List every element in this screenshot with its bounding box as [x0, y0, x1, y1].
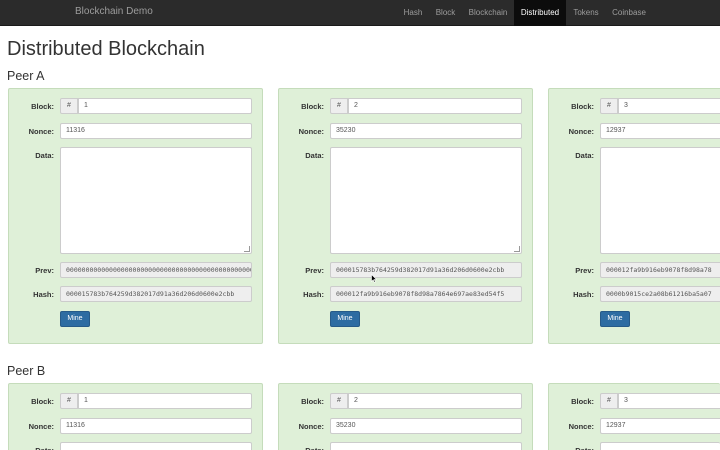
nonce-input[interactable]: 12937 — [600, 418, 720, 434]
hash-prefix: # — [60, 393, 78, 409]
nonce-label: Nonce: — [28, 422, 54, 431]
block-number-input[interactable]: 3 — [618, 98, 720, 114]
prev-label: Prev: — [575, 266, 594, 275]
data-label: Data: — [575, 151, 594, 160]
hash-field: 0000b9015ce2a08b61216ba5a07 — [600, 286, 720, 302]
block-number-input[interactable]: 2 — [348, 98, 522, 114]
peer-b-title: Peer B — [7, 364, 46, 378]
peer-a-block-3-card: Block: # 3 Nonce: 12937 Data: Prev: 0000… — [548, 88, 720, 344]
data-label: Data: — [554, 446, 594, 450]
peer-a-block-1-card: Block: # 1 Nonce: 11316 Data: Prev: 0000… — [8, 88, 263, 344]
nav-hash[interactable]: Hash — [397, 0, 429, 26]
hash-prefix: # — [330, 98, 348, 114]
prev-hash-field: 0000000000000000000000000000000000000000… — [60, 262, 252, 278]
resize-grip-icon[interactable] — [514, 246, 520, 252]
prev-hash-field: 000015783b764259d382017d91a36d206d0600e2… — [330, 262, 522, 278]
resize-grip-icon[interactable] — [244, 246, 250, 252]
mine-button[interactable]: Mine — [60, 311, 90, 327]
block-label: Block: — [571, 102, 594, 111]
nonce-label: Nonce: — [298, 127, 324, 136]
nav-distributed[interactable]: Distributed — [514, 0, 566, 26]
mouse-cursor-icon — [371, 274, 377, 283]
prev-label: Prev: — [305, 266, 324, 275]
block-label: Block: — [31, 102, 54, 111]
hash-field: 000012fa9b916eb9078f8d98a7864e697ae83ed5… — [330, 286, 522, 302]
peer-a-title: Peer A — [7, 69, 45, 83]
hash-prefix: # — [60, 98, 78, 114]
data-label: Data: — [35, 151, 54, 160]
hash-label: Hash: — [303, 290, 324, 299]
nonce-input[interactable]: 35230 — [330, 123, 522, 139]
block-label: Block: — [301, 102, 324, 111]
nonce-input[interactable]: 11316 — [60, 123, 252, 139]
prev-hash-field: 000012fa9b916eb9078f8d98a78 — [600, 262, 720, 278]
data-label: Data: — [284, 446, 324, 450]
peer-b-block-3-card: Block: # 3 Nonce: 12937 Data: — [548, 383, 720, 450]
hash-label: Hash: — [33, 290, 54, 299]
mine-button[interactable]: Mine — [600, 311, 630, 327]
hash-label: Hash: — [573, 290, 594, 299]
nonce-label: Nonce: — [298, 422, 324, 431]
nav-tokens[interactable]: Tokens — [567, 0, 605, 26]
nonce-label: Nonce: — [568, 422, 594, 431]
brand-link[interactable]: Blockchain Demo — [75, 6, 153, 17]
nonce-label: Nonce: — [28, 127, 54, 136]
nonce-label: Nonce: — [568, 127, 594, 136]
data-textarea[interactable] — [330, 147, 522, 254]
top-navbar: Blockchain Demo Hash Block Blockchain Di… — [0, 0, 720, 26]
mine-button[interactable]: Mine — [330, 311, 360, 327]
nav-blockchain[interactable]: Blockchain — [462, 0, 514, 26]
data-textarea[interactable] — [60, 442, 252, 450]
data-textarea[interactable] — [600, 147, 720, 254]
block-number-input[interactable]: 1 — [78, 98, 252, 114]
hash-prefix: # — [600, 98, 618, 114]
page-title: Distributed Blockchain — [7, 38, 205, 60]
block-label: Block: — [31, 397, 54, 406]
nonce-input[interactable]: 12937 — [600, 123, 720, 139]
data-textarea[interactable] — [330, 442, 522, 450]
peer-a-block-2-card: Block: # 2 Nonce: 35230 Data: Prev: 0000… — [278, 88, 533, 344]
nav-block[interactable]: Block — [430, 0, 461, 26]
block-number-input[interactable]: 3 — [618, 393, 720, 409]
nonce-input[interactable]: 35230 — [330, 418, 522, 434]
hash-prefix: # — [600, 393, 618, 409]
hash-field: 000015783b764259d382017d91a36d206d0600e2… — [60, 286, 252, 302]
data-textarea[interactable] — [600, 442, 720, 450]
nav-coinbase[interactable]: Coinbase — [606, 0, 652, 26]
hash-prefix: # — [330, 393, 348, 409]
nonce-input[interactable]: 11316 — [60, 418, 252, 434]
data-label: Data: — [14, 446, 54, 450]
peer-b-block-1-card: Block: # 1 Nonce: 11316 Data: — [8, 383, 263, 450]
block-label: Block: — [301, 397, 324, 406]
data-label: Data: — [305, 151, 324, 160]
prev-label: Prev: — [35, 266, 54, 275]
block-label: Block: — [571, 397, 594, 406]
block-number-input[interactable]: 1 — [78, 393, 252, 409]
peer-b-block-2-card: Block: # 2 Nonce: 35230 Data: — [278, 383, 533, 450]
block-number-input[interactable]: 2 — [348, 393, 522, 409]
data-textarea[interactable] — [60, 147, 252, 254]
